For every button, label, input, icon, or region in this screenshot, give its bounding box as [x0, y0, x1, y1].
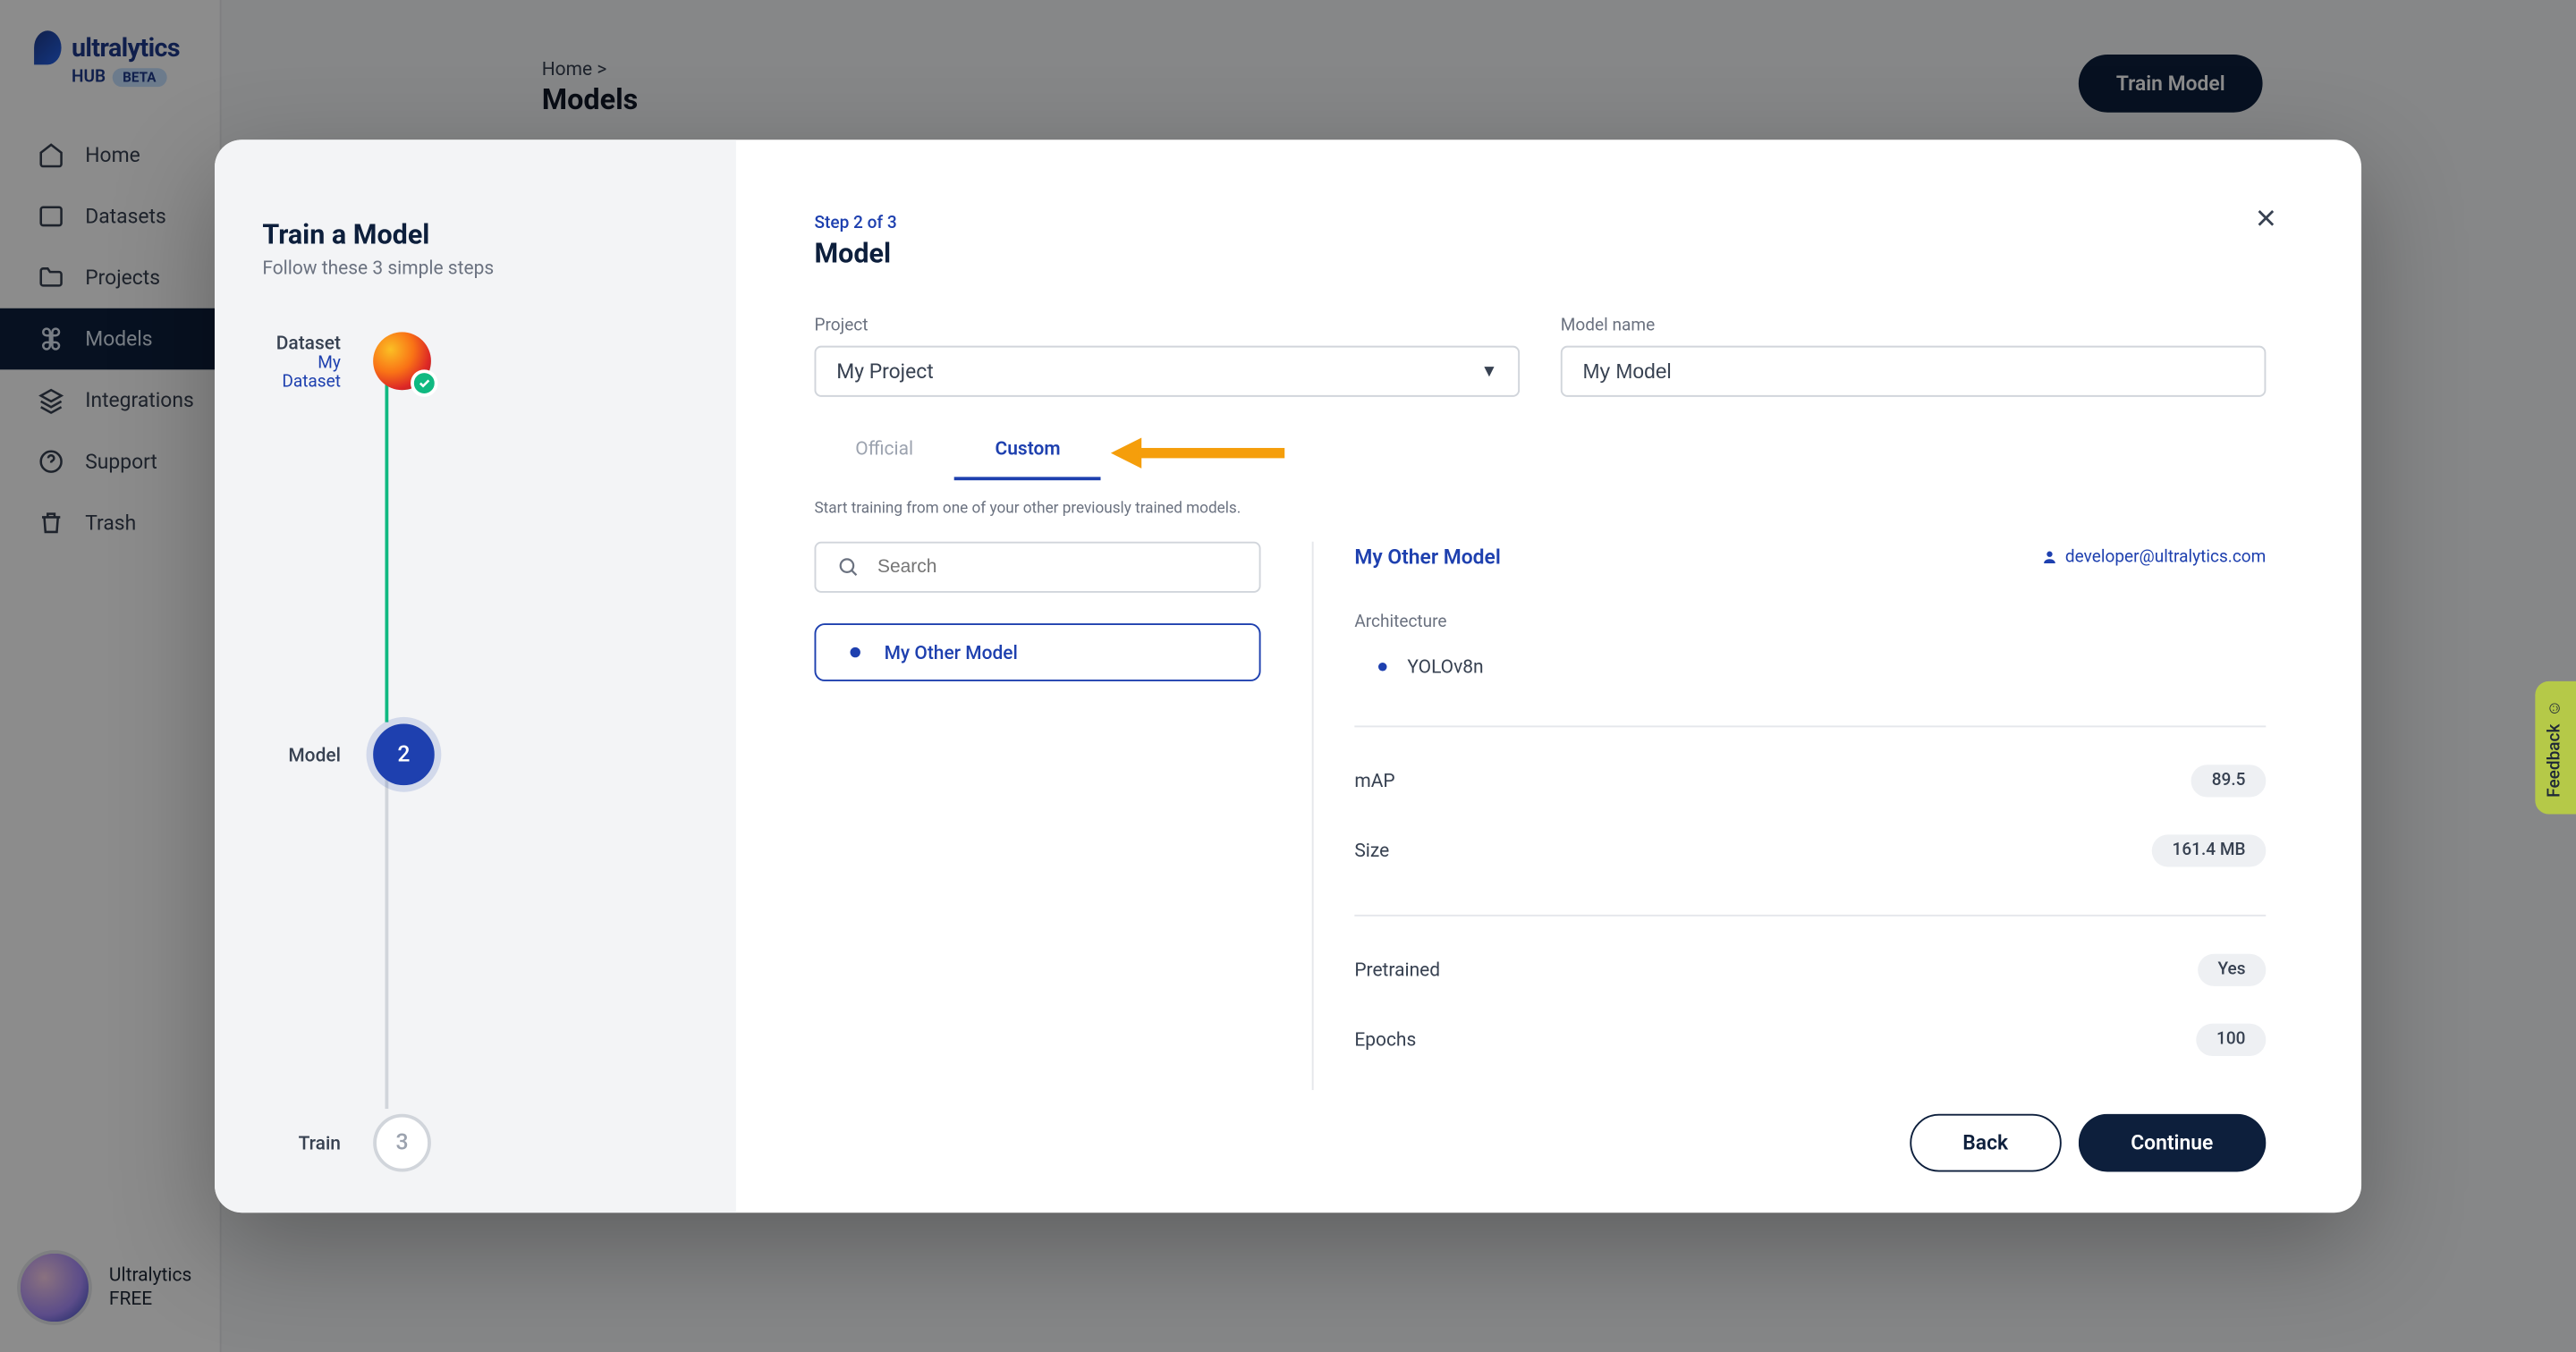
modal-footer: Back Continue	[814, 1090, 2266, 1171]
param-value: Yes	[2198, 954, 2267, 986]
detail-owner: developer@ultralytics.com	[2041, 547, 2266, 566]
step-train[interactable]: Train 3	[351, 1112, 688, 1174]
step-label: Train	[262, 1132, 341, 1154]
modal-main-panel: Step 2 of 3 Model Project My Project ▼ M…	[736, 139, 2361, 1213]
bullet-icon	[1378, 663, 1387, 672]
stepper-line-1	[385, 358, 388, 722]
search-icon	[836, 555, 860, 579]
stepper-line-2	[385, 753, 388, 1109]
param-label: Pretrained	[1354, 959, 1440, 981]
step-dataset[interactable]: Dataset My Dataset	[351, 331, 688, 393]
divider	[1354, 915, 2266, 917]
step-model[interactable]: Model 2	[351, 724, 688, 786]
back-button[interactable]: Back	[1910, 1114, 2061, 1172]
architecture-label: Architecture	[1354, 613, 2266, 632]
user-icon	[2041, 548, 2058, 565]
dataset-thumbnail-icon	[373, 332, 431, 390]
param-row: Epochs 100	[1354, 1024, 2266, 1056]
tab-official[interactable]: Official	[814, 424, 953, 480]
owner-email: developer@ultralytics.com	[2065, 547, 2266, 566]
step-node-3: 3	[373, 1114, 431, 1172]
step-node-2: 2	[373, 724, 435, 786]
radio-selected-icon	[850, 647, 860, 657]
check-icon	[411, 369, 437, 396]
metric-row: Size 161.4 MB	[1354, 834, 2266, 866]
modelname-label: Model name	[1561, 317, 2267, 335]
tab-custom[interactable]: Custom	[954, 424, 1101, 480]
chevron-down-icon: ▼	[1480, 362, 1497, 381]
modal-stepper-panel: Train a Model Follow these 3 simple step…	[215, 139, 736, 1213]
param-label: Epochs	[1354, 1028, 1416, 1051]
project-select[interactable]: My Project ▼	[814, 346, 1520, 397]
model-detail-panel: My Other Model developer@ultralytics.com…	[1312, 542, 2267, 1090]
step-indicator: Step 2 of 3	[814, 215, 2266, 233]
modal-left-title: Train a Model	[262, 218, 688, 250]
project-value: My Project	[836, 359, 933, 384]
search-field[interactable]	[877, 557, 1239, 578]
hint-text: Start training from one of your other pr…	[814, 501, 2266, 518]
step-label: Model	[262, 743, 341, 765]
divider	[1354, 725, 2266, 727]
param-value: 100	[2196, 1024, 2266, 1056]
metric-row: mAP 89.5	[1354, 765, 2266, 797]
search-input[interactable]	[814, 542, 1260, 593]
modal-left-subtitle: Follow these 3 simple steps	[262, 258, 688, 280]
project-label: Project	[814, 317, 1520, 335]
arrow-line	[1139, 447, 1285, 457]
modelname-field[interactable]	[1583, 359, 2244, 384]
metric-label: Size	[1354, 840, 1389, 862]
arrow-head-icon	[1112, 437, 1142, 468]
continue-button[interactable]: Continue	[2078, 1114, 2266, 1172]
close-icon[interactable]	[2249, 201, 2283, 235]
step-sublabel: My Dataset	[262, 353, 341, 391]
model-list-panel: My Other Model	[814, 542, 1260, 1090]
metric-label: mAP	[1354, 770, 1394, 792]
metric-value: 161.4 MB	[2152, 834, 2267, 866]
param-row: Pretrained Yes	[1354, 954, 2266, 986]
modelname-input[interactable]	[1561, 346, 2267, 397]
step-label: Dataset	[262, 331, 341, 353]
modal-title: Model	[814, 237, 2266, 269]
feedback-tab[interactable]: Feedback ☺	[2535, 681, 2576, 815]
model-source-tabs: Official Custom	[814, 424, 2266, 480]
smile-icon: ☺	[2546, 699, 2565, 716]
train-model-modal: Train a Model Follow these 3 simple step…	[215, 139, 2361, 1213]
detail-title: My Other Model	[1354, 545, 1500, 570]
model-option-label: My Other Model	[885, 641, 1018, 663]
architecture-name: YOLOv8n	[1407, 655, 1483, 678]
feedback-label: Feedback	[2546, 723, 2565, 797]
annotation-arrow	[1112, 424, 1285, 480]
metric-value: 89.5	[2191, 765, 2267, 797]
model-option[interactable]: My Other Model	[814, 623, 1260, 681]
